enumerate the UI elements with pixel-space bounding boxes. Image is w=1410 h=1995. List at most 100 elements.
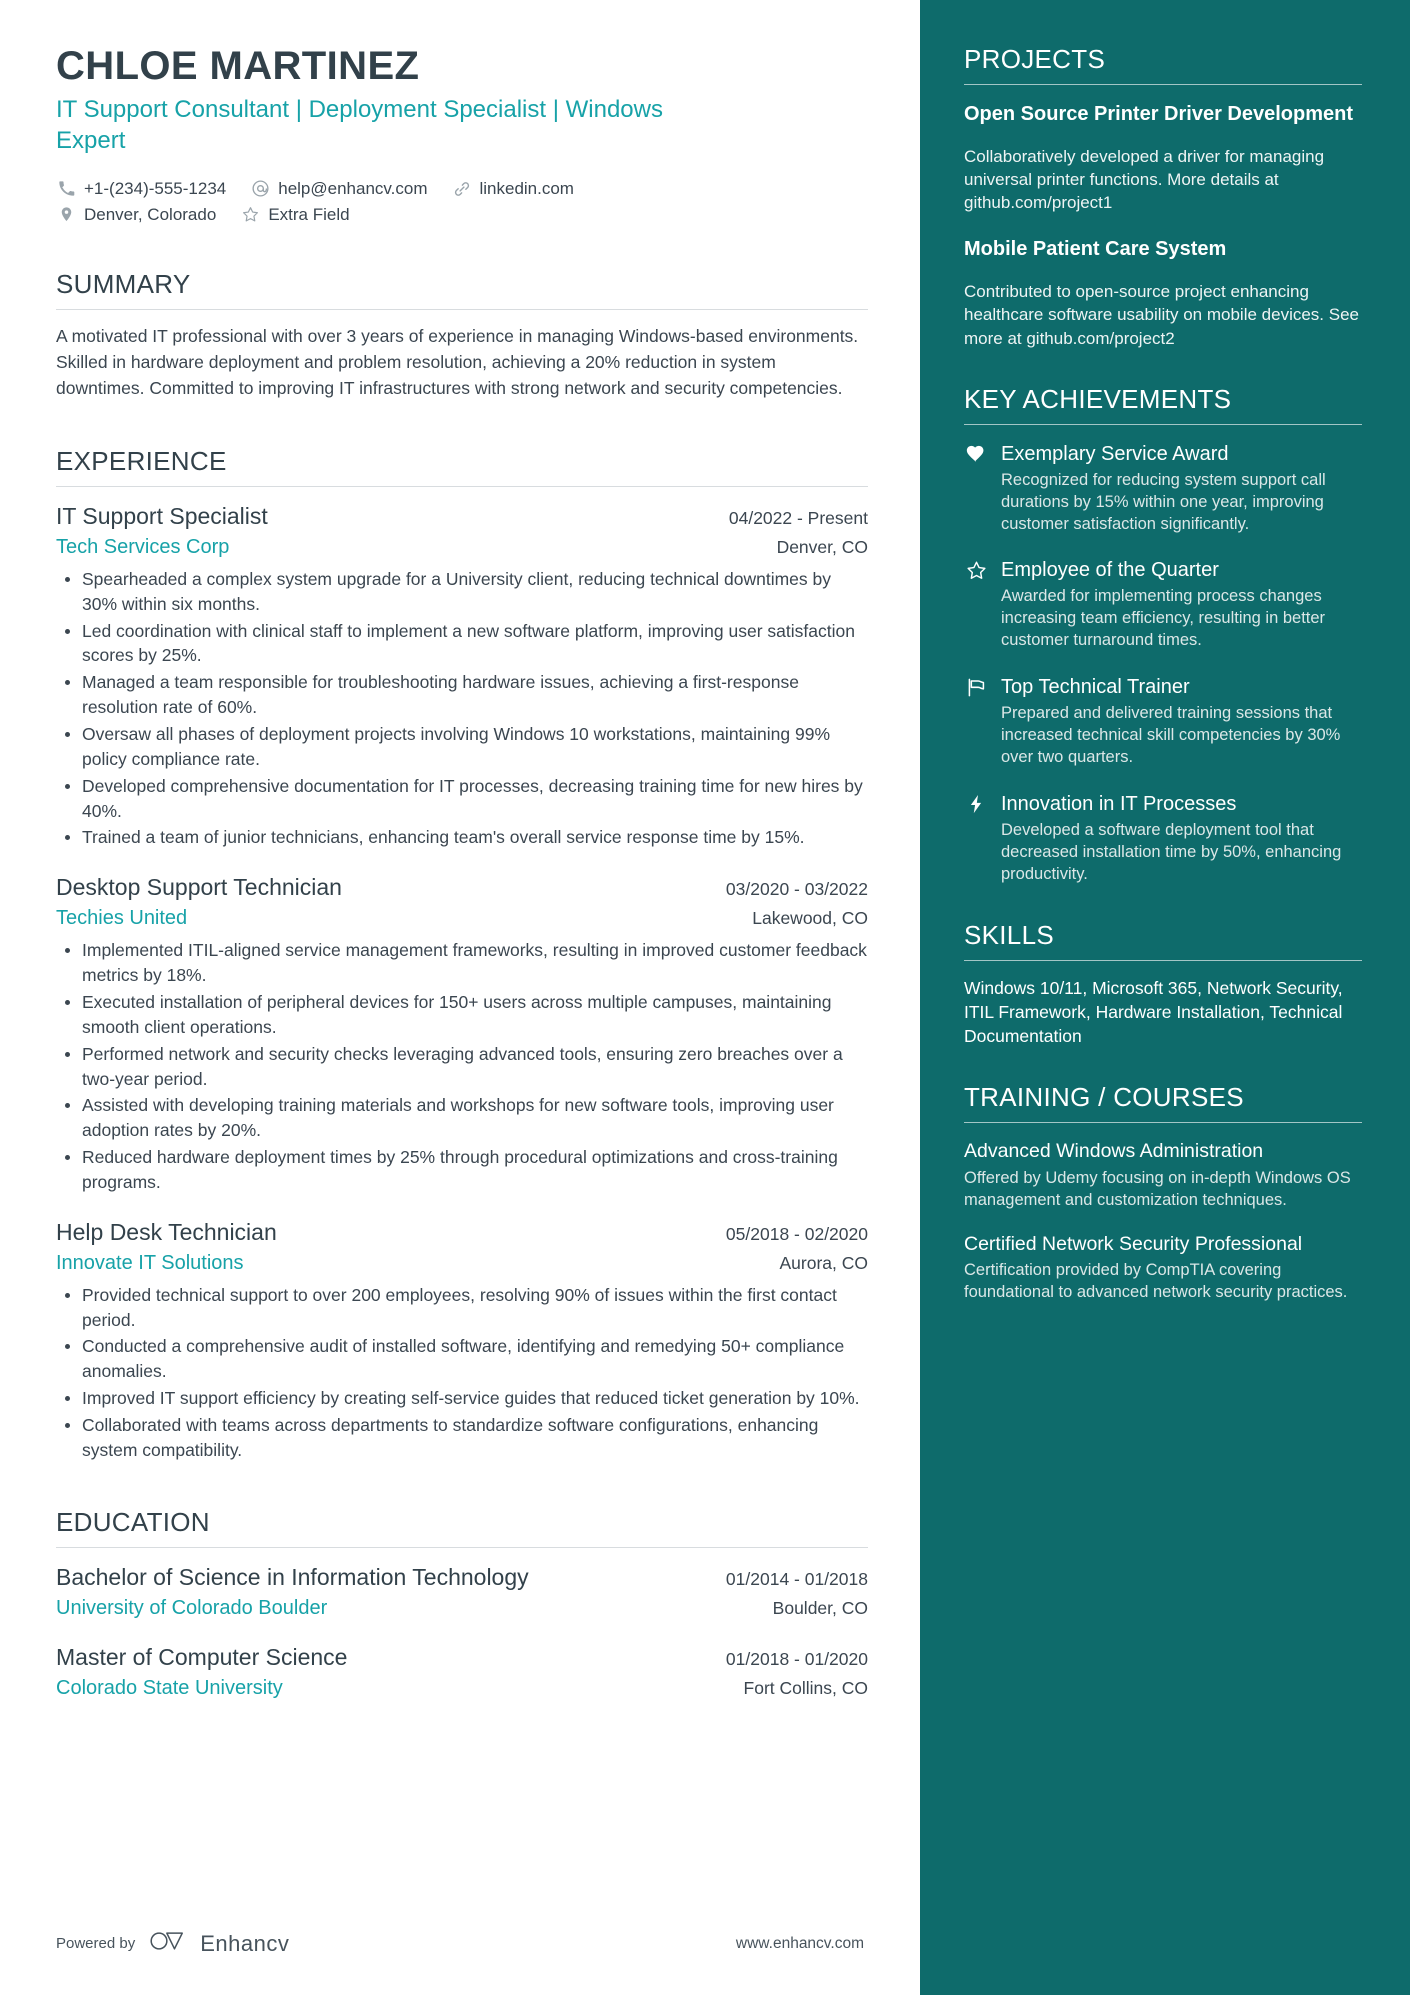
achievements-section: KEY ACHIEVEMENTS Exemplary Service Award… (964, 384, 1362, 886)
education-divider (56, 1546, 868, 1548)
achievement-description: Recognized for reducing system support c… (1001, 470, 1326, 533)
achievements-divider (964, 423, 1362, 425)
contact-email[interactable]: help@enhancv.com (250, 178, 427, 199)
job-bullet: Reduced hardware deployment times by 25%… (56, 1145, 868, 1195)
achievement-name: Top Technical Trainer (1001, 676, 1190, 699)
projects-section: PROJECTS Open Source Printer Driver Deve… (964, 44, 1362, 350)
achievement-description: Awarded for implementing process changes… (1001, 587, 1326, 650)
education-entry: Bachelor of Science in Information Techn… (56, 1562, 868, 1622)
job-bullet: Improved IT support efficiency by creati… (56, 1386, 868, 1411)
course-item: Advanced Windows Administration Offered … (964, 1139, 1362, 1211)
project-description: Collaboratively developed a driver for m… (964, 147, 1325, 213)
experience-divider (56, 485, 868, 487)
course-name: Advanced Windows Administration (964, 1140, 1264, 1163)
contact-linkedin-text: linkedin.com (479, 178, 574, 198)
school-location: Boulder, CO (772, 1597, 868, 1618)
heart-icon (964, 442, 988, 466)
job-company: Techies United (56, 907, 188, 930)
powered-by-block: Powered by Enhancv (56, 1928, 289, 1959)
achievement-item: Innovation in IT Processes Developed a s… (964, 791, 1362, 886)
school-name: Colorado State University (56, 1676, 283, 1699)
education-section-title: EDUCATION (56, 1506, 210, 1537)
skills-section: SKILLS Windows 10/11, Microsoft 365, Net… (964, 920, 1362, 1048)
contact-linkedin[interactable]: linkedin.com (451, 178, 574, 199)
job-bullet: Collaborated with teams across departmen… (56, 1413, 868, 1463)
job-bullet: Led coordination with clinical staff to … (56, 619, 868, 669)
job-bullet: Provided technical support to over 200 e… (56, 1283, 868, 1333)
powered-by-label: Powered by (56, 1935, 136, 1952)
achievement-item: Exemplary Service Award Recognized for r… (964, 441, 1362, 536)
achievement-header: Innovation in IT Processes (964, 791, 1362, 817)
education-entry-subheader: Colorado State University Fort Collins, … (56, 1674, 868, 1702)
achievement-name: Exemplary Service Award (1001, 442, 1229, 465)
contact-row-1: +1-(234)-555-1234 help@enhancv.com linke… (56, 178, 868, 199)
achievement-description: Developed a software deployment tool tha… (1001, 821, 1342, 883)
job-title: Desktop Support Technician (56, 874, 342, 901)
experience-entry-header: IT Support Specialist 04/2022 - Present (56, 501, 868, 532)
school-location: Fort Collins, CO (743, 1677, 868, 1698)
job-title: Help Desk Technician (56, 1218, 277, 1245)
star-outline-icon (240, 204, 261, 225)
job-bullet-list: Implemented ITIL-aligned service managem… (56, 938, 868, 1194)
experience-section-title: EXPERIENCE (56, 445, 227, 476)
job-bullet: Managed a team responsible for troublesh… (56, 670, 868, 720)
job-bullet: Conducted a comprehensive audit of insta… (56, 1334, 868, 1384)
experience-entry-header: Desktop Support Technician 03/2020 - 03/… (56, 872, 868, 903)
enhancv-logo-icon (149, 1928, 191, 1959)
experience-entry: Help Desk Technician 05/2018 - 02/2020 I… (56, 1217, 868, 1463)
course-description: Certification provided by CompTIA coveri… (964, 1260, 1348, 1301)
job-company: Tech Services Corp (56, 535, 230, 558)
link-icon (451, 178, 472, 199)
job-location: Lakewood, CO (752, 908, 868, 929)
project-item: Mobile Patient Care System Contributed t… (964, 236, 1362, 349)
contact-extra-field-text: Extra Field (268, 204, 350, 224)
achievement-item: Top Technical Trainer Prepared and deliv… (964, 674, 1362, 769)
experience-entry-header: Help Desk Technician 05/2018 - 02/2020 (56, 1217, 868, 1248)
course-item: Certified Network Security Professional … (964, 1232, 1362, 1304)
candidate-headline: IT Support Consultant | Deployment Speci… (56, 95, 663, 154)
job-bullet-list: Spearheaded a complex system upgrade for… (56, 567, 868, 850)
summary-text: A motivated IT professional with over 3 … (56, 326, 859, 399)
education-entry-header: Master of Computer Science 01/2018 - 01/… (56, 1642, 868, 1673)
resume-page: CHLOE MARTINEZ IT Support Consultant | D… (0, 0, 1410, 1995)
job-bullet: Oversaw all phases of deployment project… (56, 722, 868, 772)
phone-icon (56, 178, 77, 199)
degree-date: 01/2018 - 01/2020 (725, 1648, 868, 1669)
job-bullet: Assisted with developing training materi… (56, 1093, 868, 1143)
project-description: Contributed to open-source project enhan… (964, 282, 1359, 348)
job-title: IT Support Specialist (56, 502, 268, 529)
contact-location[interactable]: Denver, Colorado (56, 204, 216, 225)
flag-icon (964, 675, 988, 699)
skills-text: Windows 10/11, Microsoft 365, Network Se… (964, 977, 1343, 1046)
job-location: Aurora, CO (779, 1252, 869, 1273)
training-section: TRAINING / COURSES Advanced Windows Admi… (964, 1082, 1362, 1303)
job-bullet: Developed comprehensive documentation fo… (56, 774, 868, 824)
experience-entry: Desktop Support Technician 03/2020 - 03/… (56, 872, 868, 1194)
education-entry-header: Bachelor of Science in Information Techn… (56, 1562, 868, 1593)
job-date: 05/2018 - 02/2020 (725, 1223, 868, 1244)
achievement-item: Employee of the Quarter Awarded for impl… (964, 557, 1362, 652)
degree-title: Bachelor of Science in Information Techn… (56, 1563, 529, 1590)
contact-phone[interactable]: +1-(234)-555-1234 (56, 178, 226, 199)
contact-block: +1-(234)-555-1234 help@enhancv.com linke… (56, 178, 868, 225)
achievement-description: Prepared and delivered training sessions… (1001, 704, 1341, 767)
experience-entry: IT Support Specialist 04/2022 - Present … (56, 501, 868, 850)
footer-url[interactable]: www.enhancv.com (736, 1935, 864, 1953)
job-bullet-list: Provided technical support to over 200 e… (56, 1283, 868, 1463)
project-item: Open Source Printer Driver Development C… (964, 101, 1362, 214)
course-description: Offered by Udemy focusing on in-depth Wi… (964, 1168, 1351, 1209)
email-icon (250, 178, 271, 199)
location-pin-icon (56, 204, 77, 225)
contact-extra-field[interactable]: Extra Field (240, 204, 350, 225)
achievement-name: Employee of the Quarter (1001, 559, 1219, 582)
job-bullet: Implemented ITIL-aligned service managem… (56, 938, 868, 988)
enhancv-brand: Enhancv (149, 1928, 289, 1959)
degree-title: Master of Computer Science (56, 1643, 348, 1670)
achievement-name: Innovation in IT Processes (1001, 793, 1237, 816)
projects-section-title: PROJECTS (964, 44, 1106, 74)
contact-email-text: help@enhancv.com (278, 178, 428, 198)
achievements-section-title: KEY ACHIEVEMENTS (964, 383, 1232, 414)
summary-section-title: SUMMARY (56, 269, 191, 300)
job-date: 03/2020 - 03/2022 (725, 879, 868, 900)
enhancv-brand-name: Enhancv (200, 1930, 290, 1956)
